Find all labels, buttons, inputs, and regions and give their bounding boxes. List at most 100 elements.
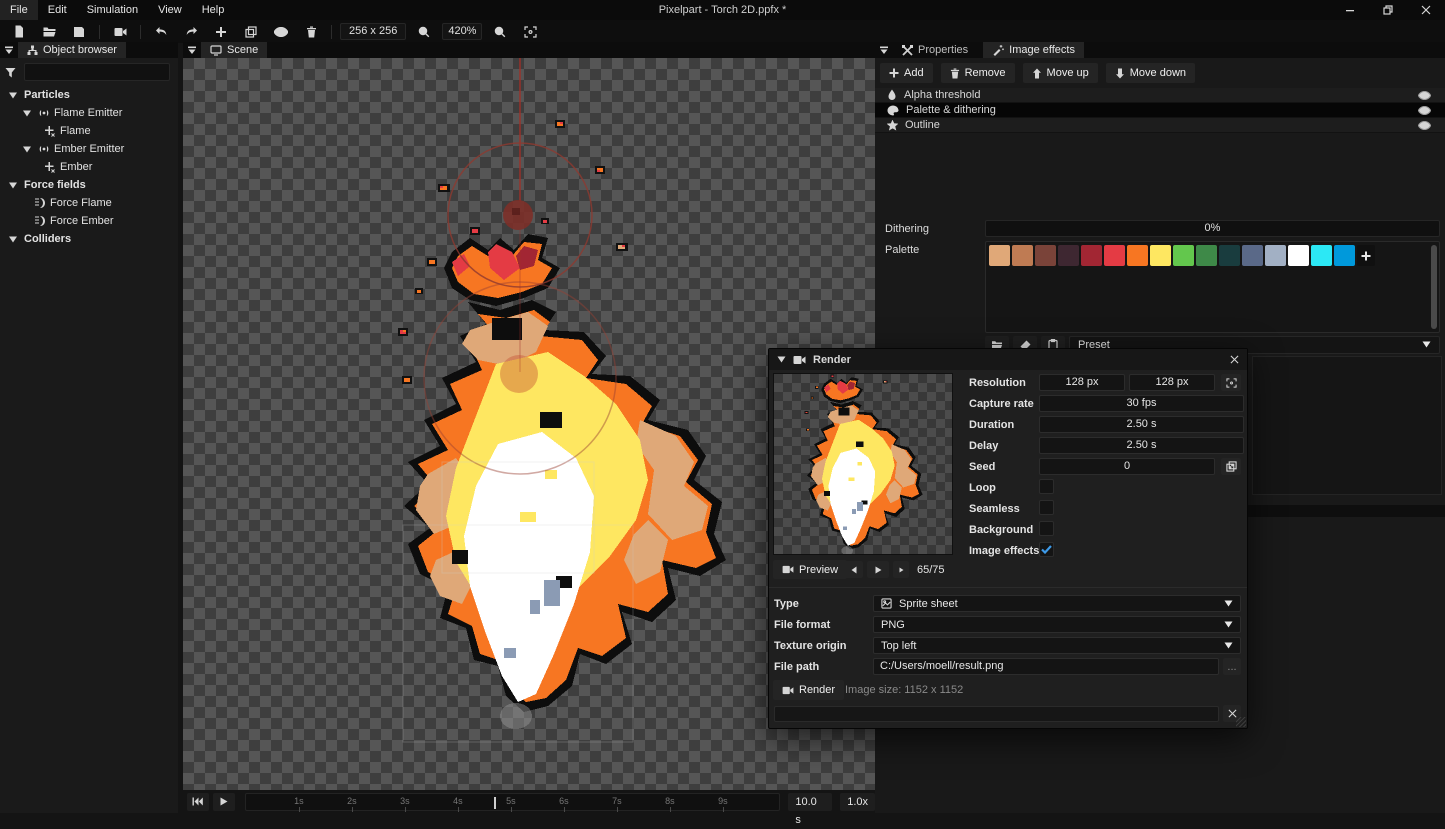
effect-row-alpha-threshold[interactable]: Alpha threshold: [875, 88, 1445, 103]
tab-image-effects[interactable]: Image effects: [983, 42, 1084, 58]
collapse-arrow-icon[interactable]: [8, 89, 18, 101]
menu-help[interactable]: Help: [192, 0, 235, 20]
palette-swatch[interactable]: [1311, 245, 1332, 266]
fit-view-button[interactable]: [516, 22, 544, 41]
background-checkbox[interactable]: [1039, 521, 1054, 536]
collapse-arrow-icon[interactable]: [8, 233, 18, 245]
tree-item-particles[interactable]: Particles: [0, 86, 178, 104]
tree-item-force-ember[interactable]: Force Ember: [0, 212, 178, 230]
capture-rate-input[interactable]: 30 fps: [1039, 395, 1244, 412]
tree-item-force-fields[interactable]: Force fields: [0, 176, 178, 194]
prev-frame-button[interactable]: [845, 561, 863, 578]
timeline-duration-button[interactable]: 10.0 s: [788, 793, 832, 811]
palette-swatch[interactable]: [1173, 245, 1194, 266]
zoom-in-button[interactable]: [486, 22, 514, 41]
palette-swatch[interactable]: [1265, 245, 1286, 266]
collapse-icon[interactable]: [777, 356, 786, 363]
open-file-button[interactable]: [35, 22, 63, 41]
image-effects-checkbox[interactable]: [1039, 542, 1054, 557]
collapse-arrow-icon[interactable]: [8, 179, 18, 191]
menu-simulation[interactable]: Simulation: [77, 0, 148, 20]
duplicate-button[interactable]: [237, 22, 265, 41]
resolution-fit-button[interactable]: [1221, 374, 1241, 391]
zoom-level-field[interactable]: 420%: [442, 23, 482, 40]
undo-button[interactable]: [147, 22, 175, 41]
palette-swatch[interactable]: [1196, 245, 1217, 266]
menu-view[interactable]: View: [148, 0, 192, 20]
object-filter-input[interactable]: [24, 63, 170, 81]
tab-scene[interactable]: Scene: [201, 42, 267, 58]
palette-swatch[interactable]: [1104, 245, 1125, 266]
seamless-checkbox[interactable]: [1039, 500, 1054, 515]
scene-panel-menu-icon[interactable]: [183, 42, 201, 58]
palette-swatch[interactable]: [989, 245, 1010, 266]
palette-swatch[interactable]: [1081, 245, 1102, 266]
resolution-width-input[interactable]: 128 px: [1039, 374, 1125, 391]
add-effect-button[interactable]: Add: [880, 63, 933, 83]
duration-input[interactable]: 2.50 s: [1039, 416, 1244, 433]
dialog-close-button[interactable]: [1225, 351, 1243, 367]
effect-visibility-toggle[interactable]: [1418, 89, 1431, 101]
canvas-size-field[interactable]: 256 x 256: [340, 23, 406, 40]
seed-input[interactable]: 0: [1039, 458, 1215, 475]
tab-properties[interactable]: Properties: [893, 42, 977, 58]
object-browser-panel-menu-icon[interactable]: [0, 42, 18, 58]
tree-item-flame[interactable]: Flame: [0, 122, 178, 140]
close-button[interactable]: [1407, 0, 1445, 20]
palette-swatch[interactable]: [1288, 245, 1309, 266]
palette-swatch[interactable]: [1058, 245, 1079, 266]
play-preview-button[interactable]: [867, 561, 889, 578]
texture-origin-dropdown[interactable]: Top left: [873, 637, 1241, 654]
collapse-arrow-icon[interactable]: [22, 107, 32, 119]
randomize-seed-button[interactable]: [1221, 458, 1241, 475]
menu-file[interactable]: File: [0, 0, 38, 20]
tree-item-flame-emitter[interactable]: Flame Emitter: [0, 104, 178, 122]
palette-swatch[interactable]: [1035, 245, 1056, 266]
new-file-button[interactable]: [5, 22, 33, 41]
play-button[interactable]: [213, 793, 235, 811]
file-path-input[interactable]: C:/Users/moell/result.png: [873, 658, 1219, 675]
palette-swatch[interactable]: [1012, 245, 1033, 266]
effect-visibility-toggle[interactable]: [1418, 104, 1431, 116]
tree-item-force-flame[interactable]: Force Flame: [0, 194, 178, 212]
effect-row-outline[interactable]: Outline: [875, 118, 1445, 133]
type-dropdown[interactable]: Sprite sheet: [873, 595, 1241, 612]
palette-swatch[interactable]: [1334, 245, 1355, 266]
render-dialog-header[interactable]: Render: [769, 349, 1247, 370]
delete-button[interactable]: [297, 22, 325, 41]
resolution-height-input[interactable]: 128 px: [1129, 374, 1215, 391]
palette-swatch[interactable]: [1219, 245, 1240, 266]
collapse-arrow-icon[interactable]: [22, 143, 32, 155]
effect-visibility-toggle[interactable]: [1418, 119, 1431, 131]
palette-swatch[interactable]: [1242, 245, 1263, 266]
visibility-button[interactable]: [267, 22, 295, 41]
move-up-button[interactable]: Move up: [1023, 63, 1098, 83]
tree-item-ember[interactable]: Ember: [0, 158, 178, 176]
playhead[interactable]: [494, 797, 496, 809]
tree-item-colliders[interactable]: Colliders: [0, 230, 178, 248]
menu-edit[interactable]: Edit: [38, 0, 77, 20]
redo-button[interactable]: [177, 22, 205, 41]
palette-swatch[interactable]: [1127, 245, 1148, 266]
render-button[interactable]: Render: [773, 680, 844, 700]
move-down-button[interactable]: Move down: [1106, 63, 1195, 83]
file-format-dropdown[interactable]: PNG: [873, 616, 1241, 633]
next-frame-button[interactable]: [893, 561, 909, 578]
add-object-button[interactable]: [207, 22, 235, 41]
dithering-slider[interactable]: 0%: [985, 220, 1440, 237]
palette-scrollbar[interactable]: [1431, 245, 1437, 329]
save-button[interactable]: [65, 22, 93, 41]
zoom-out-button[interactable]: [410, 22, 438, 41]
restore-button[interactable]: [1369, 0, 1407, 20]
timeline-track[interactable]: 1s2s3s4s5s6s7s8s9s: [245, 793, 780, 811]
dialog-resize-grip[interactable]: [1236, 717, 1246, 727]
delay-input[interactable]: 2.50 s: [1039, 437, 1244, 454]
browse-file-button[interactable]: ...: [1223, 658, 1241, 675]
loop-checkbox[interactable]: [1039, 479, 1054, 494]
effect-row-palette-dithering[interactable]: Palette & dithering: [875, 103, 1445, 118]
right-panel-menu-icon[interactable]: [875, 42, 893, 58]
record-video-button[interactable]: [106, 22, 134, 41]
palette-swatch[interactable]: [1150, 245, 1171, 266]
remove-effect-button[interactable]: Remove: [941, 63, 1015, 83]
minimize-button[interactable]: [1331, 0, 1369, 20]
